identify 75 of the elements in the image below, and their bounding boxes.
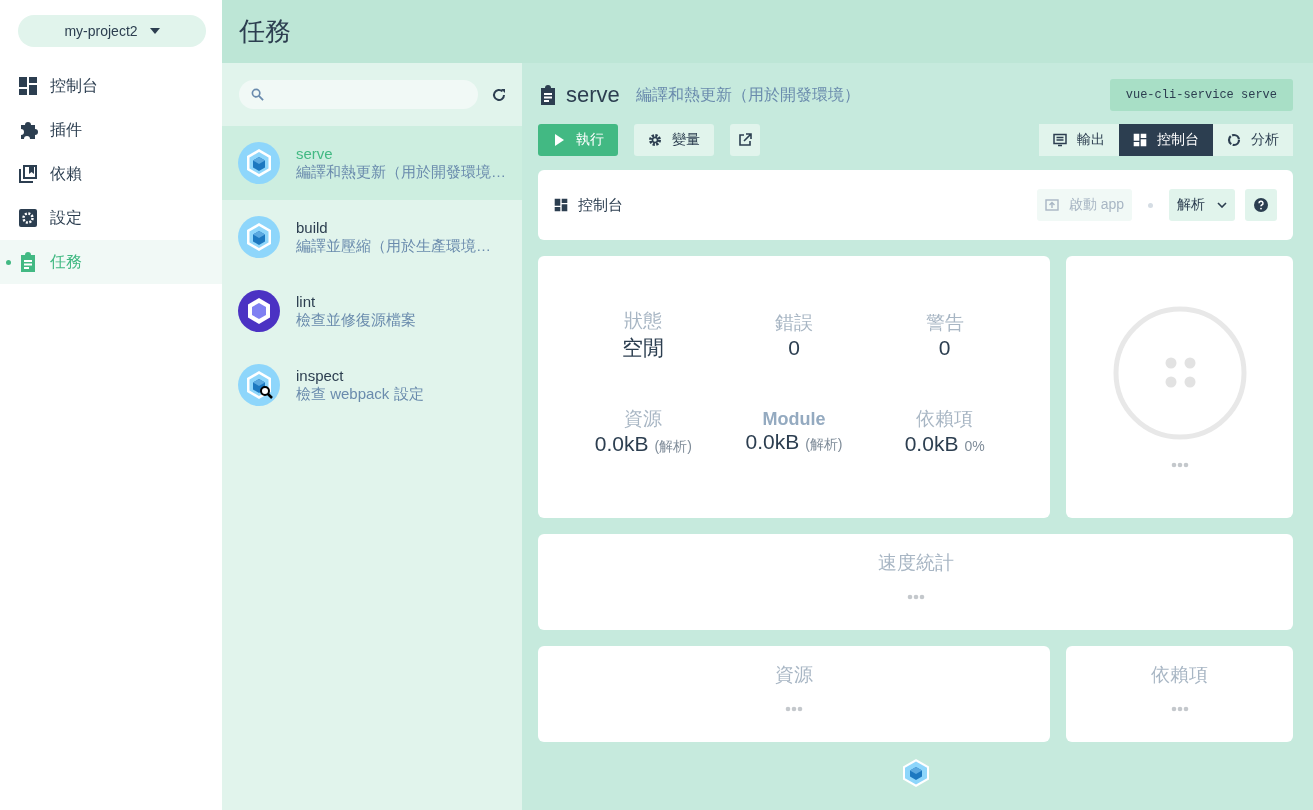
donut-icon	[1227, 133, 1241, 147]
nav-item[interactable]: 依賴	[0, 152, 222, 196]
dashboard-icon	[18, 76, 38, 96]
search-icon	[251, 88, 264, 101]
stat-note: (解析)	[805, 435, 843, 454]
stat-note: (解析)	[654, 438, 692, 456]
dashboard-title: 控制台	[578, 195, 624, 215]
settings-icon	[18, 208, 38, 228]
task-title: serve	[566, 82, 620, 108]
loading-dots-icon	[906, 594, 925, 600]
stat-label: 依賴項	[916, 407, 974, 431]
refresh-icon	[492, 87, 506, 102]
loading-dots-icon	[1170, 706, 1189, 712]
task-item[interactable]: inspect 檢查 webpack 設定	[222, 348, 522, 422]
open-external-button[interactable]	[730, 124, 760, 156]
stat-value: 0.0kB	[745, 429, 800, 454]
task-description: 檢查 webpack 設定	[296, 385, 424, 404]
task-description: 編譯和熱更新（用於開發環境）	[635, 84, 861, 105]
command-label: vue-cli-service serve	[1109, 79, 1293, 111]
stat-value: 空閒	[622, 335, 665, 361]
monitor-icon	[1053, 133, 1067, 147]
books-icon	[18, 164, 38, 184]
external-link-icon	[738, 133, 752, 147]
stat-value: 0	[938, 336, 951, 360]
chevron-icon	[1217, 202, 1227, 208]
view-tab[interactable]: 輸出	[1039, 124, 1119, 156]
view-tab[interactable]: 分析	[1213, 124, 1293, 156]
upload-icon	[1044, 198, 1059, 212]
view-tab[interactable]: 控制台	[1119, 124, 1213, 156]
stat-label: 狀態	[624, 309, 663, 333]
clipboard-icon	[538, 85, 558, 105]
task-name: lint	[296, 292, 317, 311]
mode-dropdown[interactable]: 解析	[1169, 189, 1235, 221]
dashboard-icon	[1133, 133, 1147, 147]
task-description: 檢查並修復源檔案	[296, 311, 416, 330]
cube-logo-icon	[900, 758, 931, 788]
nav-item[interactable]: 控制台	[0, 64, 222, 108]
stat-label: 資源	[624, 407, 663, 431]
nav-item[interactable]: 插件	[0, 108, 222, 152]
nav-item[interactable]: 設定	[0, 196, 222, 240]
clipboard-icon	[18, 252, 38, 272]
loading-dots-icon	[1170, 462, 1189, 468]
task-name: build	[296, 218, 329, 237]
panel-title: 資源	[775, 663, 813, 687]
search-field[interactable]	[239, 80, 478, 109]
panel-title: 依賴項	[1151, 663, 1208, 687]
stat-note: 0%	[964, 438, 985, 454]
stat-value: 0.0kB	[594, 432, 649, 456]
question-icon	[1254, 198, 1268, 212]
puzzle-icon	[18, 120, 38, 140]
task-description: 編譯和熱更新（用於開發環境…	[296, 163, 506, 182]
loading-spinner-icon	[1112, 306, 1247, 440]
stat-label: Module	[762, 408, 826, 430]
task-name: serve	[296, 144, 334, 163]
loading-dots-icon	[785, 706, 803, 712]
panel-title: 速度統計	[877, 551, 954, 575]
task-description: 編譯並壓縮（用於生產環境…	[296, 237, 491, 256]
help-button[interactable]	[1245, 189, 1277, 221]
project-selector[interactable]: my-project2	[18, 15, 206, 47]
task-name: inspect	[296, 366, 345, 385]
stat-label: 警告	[925, 311, 964, 335]
caret-icon	[149, 28, 160, 34]
task-item[interactable]: lint 檢查並修復源檔案	[222, 274, 522, 348]
dashboard-icon	[554, 198, 568, 212]
page-title: 任務	[222, 0, 1313, 63]
stat-value: 0.0kB	[904, 432, 959, 456]
play-icon	[552, 133, 566, 147]
stat-label: 錯誤	[775, 311, 813, 335]
cube-magnifier-icon	[238, 364, 280, 406]
task-item[interactable]: build 編譯並壓縮（用於生產環境…	[222, 200, 522, 274]
stat-value: 0	[788, 336, 800, 360]
gear-icon	[648, 133, 662, 147]
cube-icon	[238, 142, 280, 184]
variables-button[interactable]: 變量	[634, 124, 714, 156]
cube-icon	[238, 216, 280, 258]
